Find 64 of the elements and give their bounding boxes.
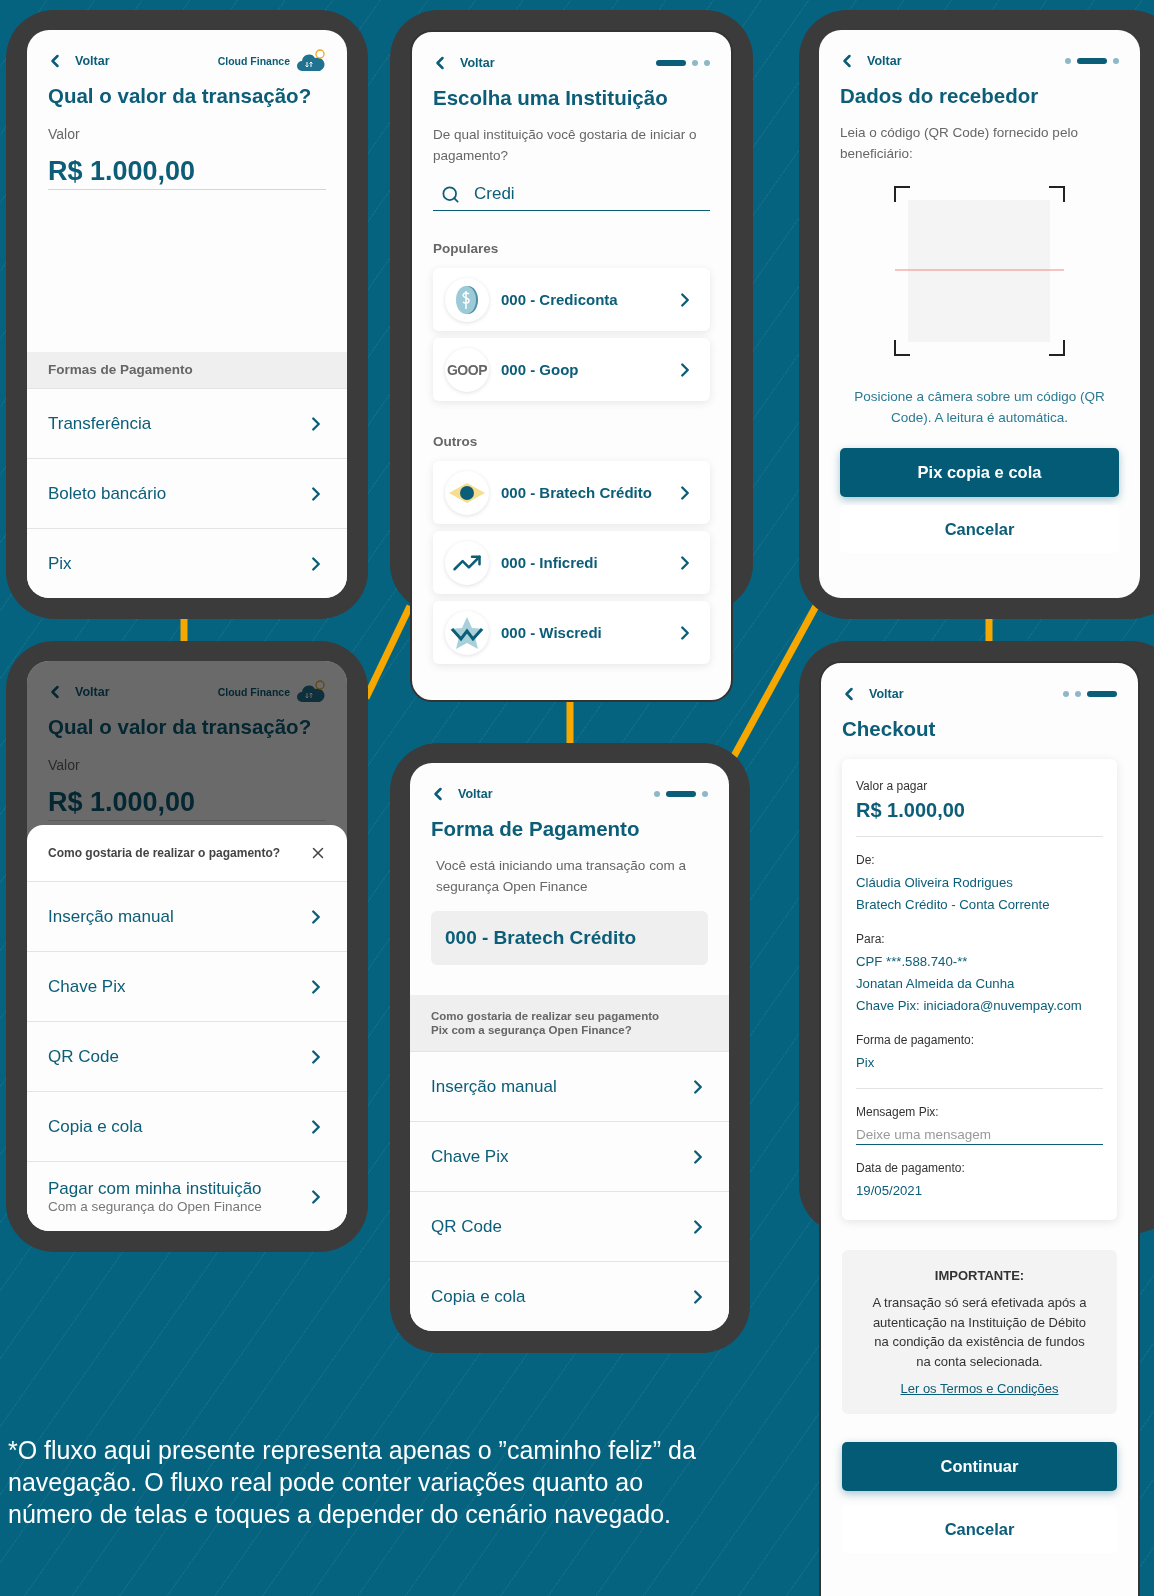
screen-subtitle: De qual instituição você gostaria de iniciar o pagamento? (433, 126, 698, 165)
primary-button[interactable]: Pix copia e cola (840, 448, 1119, 497)
scanner-hint: Posicione a câmera sobre um código (QR Code). A leitura é automática. (853, 388, 1106, 427)
option-row[interactable]: Copia e cola (410, 1261, 729, 1331)
field-value: Pix (856, 1054, 876, 1072)
institution-card[interactable]: 000 - Bratech Crédito (433, 461, 710, 524)
diamond-icon (448, 481, 486, 504)
option-row[interactable]: Pix (27, 528, 347, 598)
amount-field[interactable]: R$ 1.000,00 (48, 156, 326, 190)
field-value: CPF ***.588.740-** (856, 953, 969, 971)
screen-title: Forma de Pagamento (431, 817, 641, 841)
option-caption: Com a segurança do Open Finance (48, 1199, 262, 1214)
sheet-title: Como gostaria de realizar o pagamento? (48, 846, 281, 860)
screen-subtitle: Leia o código (QR Code) fornecido pelo beneficiário: (840, 124, 1079, 163)
logo-wordmark: GOOP (447, 361, 487, 378)
notice-text: A transação só será efetivada após a autenticação na Instituição de Débito na condição da existência de fundos na conta selecionada. (871, 1294, 1088, 1371)
field-value: Chave Pix: iniciadora@nuvempay.com (856, 997, 1083, 1015)
screen-title: Checkout (842, 717, 937, 741)
field-value: Jonatan Almeida da Cunha (856, 975, 1016, 993)
notice-title: IMPORTANTE: (934, 1268, 1025, 1283)
field-value: Bratech Crédito - Conta Corrente (856, 896, 1051, 914)
brand-name: Cloud Finance (217, 55, 290, 67)
cloud-logo-icon (296, 680, 326, 704)
option-row[interactable]: Pagar com minha instituição Com a segurança do Open Finance (27, 1161, 347, 1231)
field-label: Valor (48, 126, 81, 142)
institution-card[interactable]: 000 - Inficredi (433, 531, 710, 594)
field-label: Para: (856, 932, 886, 946)
institution-card[interactable]: 000 - Wiscredi (433, 601, 710, 664)
screen-title: Qual o valor da transação? (48, 84, 313, 108)
back-link[interactable]: Voltar (45, 51, 110, 71)
terms-link[interactable]: Ler os Termos e Condições (900, 1381, 1059, 1396)
group-label: Outros (433, 434, 479, 449)
amount-value: R$ 1.000,00 (856, 799, 966, 822)
field-label: Valor (48, 757, 81, 773)
back-link[interactable]: Voltar (428, 784, 493, 804)
primary-button[interactable]: Continuar (842, 1442, 1117, 1491)
footnote: *O fluxo aqui presente representa apenas o ”caminho feliz” da navegação. O fluxo real pode conter variações quanto ao número de telas e toques a depender do cenário navegado. (8, 1435, 697, 1530)
field-label: Mensagem Pix: (856, 1105, 940, 1119)
institution-card[interactable]: GOOP 000 - Goop (433, 338, 710, 401)
section-header: Como gostaria de realizar seu pagamento Pix com a segurança Open Finance? (410, 995, 729, 1051)
screen-title: Dados do recebedor (840, 84, 1040, 108)
search-field[interactable]: Credi (433, 180, 710, 211)
search-icon (441, 184, 460, 204)
screen-subtitle: Você está iniciando uma transação com a segurança Open Finance (436, 857, 687, 896)
brand-name: Cloud Finance (217, 686, 290, 698)
message-field[interactable]: Deixe uma mensagem (856, 1125, 1103, 1145)
section-header: Formas de Pagamento (27, 352, 347, 388)
back-link[interactable]: Voltar (430, 53, 495, 73)
field-value: Cláudia Oliveira Rodrigues (856, 874, 1014, 892)
institution-card[interactable]: 000 - Crediconta (433, 268, 710, 331)
back-link[interactable]: Voltar (837, 51, 902, 71)
field-value: 19/05/2021 (856, 1182, 923, 1200)
coin-icon (454, 284, 480, 315)
field-label: Data de pagamento: (856, 1161, 966, 1175)
screen-title: Qual o valor da transação? (48, 715, 313, 739)
cloud-logo-icon (296, 49, 326, 73)
field-label: Valor a pagar (856, 779, 929, 793)
option-label: Pagar com minha instituição (48, 1179, 262, 1199)
group-label: Populares (433, 241, 500, 256)
field-label: De: (856, 853, 876, 867)
field-label: Forma de pagamento: (856, 1033, 976, 1047)
screen-title: Escolha uma Instituição (433, 86, 669, 110)
selected-institution: 000 - Bratech Crédito (431, 911, 708, 965)
back-link[interactable]: Voltar (839, 684, 904, 704)
